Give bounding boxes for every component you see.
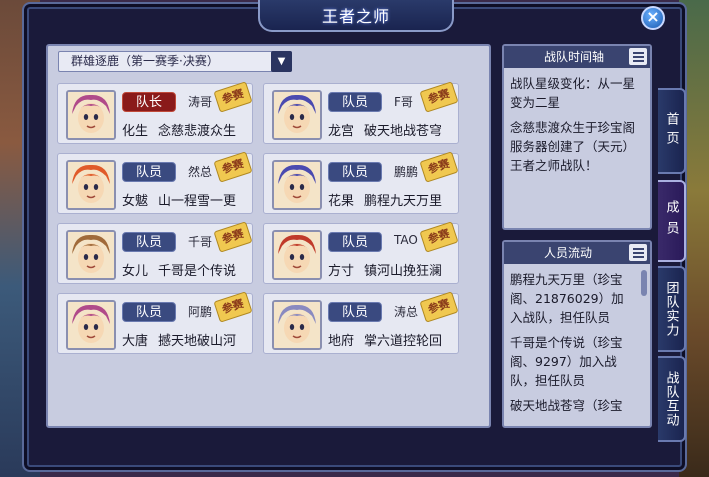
member-role-badge: 队员 xyxy=(328,162,382,182)
member-character-name: 撼天地破山河 xyxy=(158,334,237,349)
member-nickname: 阿鹏 xyxy=(188,305,213,319)
triangle-down-icon: ▼ xyxy=(277,56,286,67)
member-school: 化生 xyxy=(122,124,149,139)
roster-flow-menu-button[interactable] xyxy=(629,244,647,261)
member-school: 花果 xyxy=(328,194,355,209)
participating-stamp: 参赛 xyxy=(213,81,253,113)
tab-home-label: 首页 xyxy=(663,112,679,150)
window-title: 王者之师 xyxy=(258,0,454,32)
member-school: 女魃 xyxy=(122,194,149,209)
participating-stamp: 参赛 xyxy=(419,151,459,183)
roster-flow-title: 人员流动 xyxy=(544,246,593,260)
member-role-badge: 队员 xyxy=(122,162,176,182)
member-card[interactable]: 队员 千哥 女儿 千哥是个传说 参赛 xyxy=(57,221,253,284)
member-character-name: 千哥是个传说 xyxy=(158,264,237,279)
roster-flow-entry: 破天地战苍穹（珍宝 xyxy=(510,398,623,413)
member-avatar[interactable] xyxy=(272,90,322,140)
member-character-name: 掌六道控轮回 xyxy=(364,334,443,349)
member-nickname: 涛总 xyxy=(394,305,419,319)
member-avatar[interactable] xyxy=(272,160,322,210)
close-button[interactable]: × xyxy=(641,6,665,30)
member-character-name: 山一程雪一更 xyxy=(158,194,237,209)
tab-team-interaction-label: 战队互动 xyxy=(663,371,679,427)
member-character-name: 镇河山挽狂澜 xyxy=(364,264,443,279)
member-card[interactable]: 队员 涛总 地府 掌六道控轮回 参赛 xyxy=(263,291,459,354)
tab-members[interactable]: 成员 xyxy=(658,180,686,262)
member-card[interactable]: 队员 TAO 方寸 镇河山挽狂澜 参赛 xyxy=(263,221,459,284)
timeline-entry: 念慈悲渡众生于珍宝阁服务器创建了（天元）王者之师战队！ xyxy=(510,120,636,173)
timeline-title: 战队时间轴 xyxy=(544,50,605,64)
timeline-header: 战队时间轴 xyxy=(504,46,650,68)
member-role-badge: 队员 xyxy=(122,232,176,252)
member-nickname: 千哥 xyxy=(188,235,213,249)
participating-stamp: 参赛 xyxy=(213,291,253,323)
member-nickname: F哥 xyxy=(394,95,413,109)
timeline-menu-button[interactable] xyxy=(629,48,647,65)
roster-flow-entry: 鹏程九天万里（珍宝阁、21876029）加入战队，担任队员 xyxy=(510,272,624,325)
close-icon: × xyxy=(646,7,660,26)
member-card[interactable]: 队员 然总 女魃 山一程雪一更 参赛 xyxy=(57,151,253,214)
roster-flow-scrollbar[interactable] xyxy=(641,270,647,296)
dropdown-toggle-button[interactable]: ▼ xyxy=(271,51,292,72)
member-character-name: 破天地战苍穹 xyxy=(364,124,443,139)
member-nickname: 鹏鹏 xyxy=(394,165,419,179)
member-avatar[interactable] xyxy=(66,90,116,140)
roster-flow-body[interactable]: 鹏程九天万里（珍宝阁、21876029）加入战队，担任队员 千哥是个传说（珍宝阁… xyxy=(504,264,650,426)
roster-flow-header: 人员流动 xyxy=(504,242,650,264)
member-school: 方寸 xyxy=(328,264,355,279)
participating-stamp: 参赛 xyxy=(419,81,459,113)
member-avatar[interactable] xyxy=(66,160,116,210)
timeline-body: 战队星级变化：从一星变为二星 念慈悲渡众生于珍宝阁服务器创建了（天元）王者之师战… xyxy=(504,68,650,228)
timeline-panel: 战队时间轴 战队星级变化：从一星变为二星 念慈悲渡众生于珍宝阁服务器创建了（天元… xyxy=(502,44,652,230)
member-avatar[interactable] xyxy=(66,230,116,280)
member-role-badge: 队长 xyxy=(122,92,176,112)
tab-members-label: 成员 xyxy=(663,200,679,242)
member-character-name: 念慈悲渡众生 xyxy=(158,124,237,139)
member-role-badge: 队员 xyxy=(328,302,382,322)
member-role-badge: 队员 xyxy=(328,92,382,112)
tab-team-strength-label: 团队实力 xyxy=(663,281,679,337)
member-avatar[interactable] xyxy=(272,230,322,280)
tab-team-strength[interactable]: 团队实力 xyxy=(658,266,686,352)
timeline-entry: 战队星级变化：从一星变为二星 xyxy=(510,76,636,110)
member-school: 大唐 xyxy=(122,334,149,349)
tab-home[interactable]: 首页 xyxy=(658,88,686,174)
member-school: 地府 xyxy=(328,334,355,349)
member-school: 龙宫 xyxy=(328,124,355,139)
participating-stamp: 参赛 xyxy=(213,151,253,183)
member-role-badge: 队员 xyxy=(328,232,382,252)
member-character-name: 鹏程九天万里 xyxy=(364,194,443,209)
roster-flow-entry: 千哥是个传说（珍宝阁、9297）加入战队，担任队员 xyxy=(510,335,623,388)
participating-stamp: 参赛 xyxy=(419,291,459,323)
member-card[interactable]: 队员 阿鹏 大唐 撼天地破山河 参赛 xyxy=(57,291,253,354)
member-avatar[interactable] xyxy=(66,300,116,350)
participating-stamp: 参赛 xyxy=(213,221,253,253)
member-card[interactable]: 队长 涛哥 化生 念慈悲渡众生 参赛 xyxy=(57,81,253,144)
participating-stamp: 参赛 xyxy=(419,221,459,253)
member-card[interactable]: 队员 F哥 龙宫 破天地战苍穹 参赛 xyxy=(263,81,459,144)
member-role-badge: 队员 xyxy=(122,302,176,322)
tab-team-interaction[interactable]: 战队互动 xyxy=(658,356,686,442)
member-nickname: TAO xyxy=(394,233,418,247)
member-card[interactable]: 队员 鹏鹏 花果 鹏程九天万里 参赛 xyxy=(263,151,459,214)
member-nickname: 涛哥 xyxy=(188,95,213,109)
member-nickname: 然总 xyxy=(188,165,213,179)
member-school: 女儿 xyxy=(122,264,149,279)
roster-flow-panel: 人员流动 鹏程九天万里（珍宝阁、21876029）加入战队，担任队员 千哥是个传… xyxy=(502,240,652,428)
member-avatar[interactable] xyxy=(272,300,322,350)
season-dropdown[interactable]: 群雄逐鹿（第一赛季·决赛） xyxy=(58,51,292,72)
